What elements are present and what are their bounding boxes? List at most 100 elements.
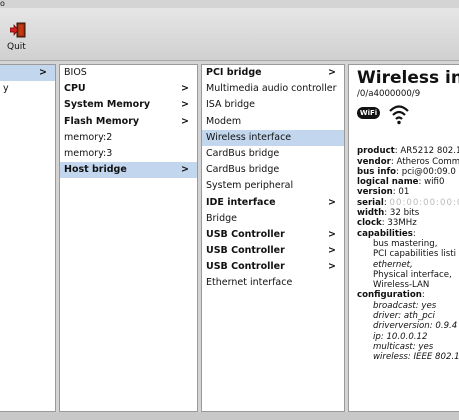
detail-field: width: 32 bits bbox=[357, 208, 420, 219]
detail-field: bus info: pci@00:09.0 bbox=[357, 166, 456, 177]
detail-field: serial: 00:00:00:00:00 bbox=[357, 198, 459, 208]
tree-item-label: Wireless interface bbox=[206, 131, 292, 143]
field-value: 33MHz bbox=[387, 218, 417, 229]
device-tree-column-1[interactable]: > y bbox=[0, 64, 56, 412]
field-key: version bbox=[357, 187, 393, 198]
configuration-item: wireless: IEEE 802.1 bbox=[373, 352, 459, 363]
detail-field: version: 01 bbox=[357, 187, 410, 198]
expand-arrow-icon: > bbox=[181, 99, 189, 111]
detail-field: product: AR5212 802.1 bbox=[357, 146, 459, 156]
field-key: product bbox=[357, 146, 395, 157]
expand-arrow-icon: > bbox=[181, 164, 189, 176]
window-title-fragment: o bbox=[0, 0, 5, 8]
expand-arrow-icon: > bbox=[39, 67, 47, 78]
tree-item[interactable]: Wireless interface bbox=[202, 129, 344, 146]
field-value: Atheros Comm bbox=[396, 156, 459, 167]
tree-item-label: USB Controller bbox=[206, 261, 285, 273]
tree-item[interactable]: Modem bbox=[202, 114, 344, 130]
tree-item[interactable]: Host bridge > bbox=[60, 162, 197, 179]
tree-item-label: Ethernet interface bbox=[206, 277, 293, 289]
tree-item-label: memory:3 bbox=[64, 147, 113, 159]
tree-item[interactable]: CardBus bridge bbox=[202, 162, 344, 178]
tree-item[interactable]: PCI bridge > bbox=[202, 65, 344, 81]
tree-item-label: CPU bbox=[64, 83, 86, 95]
tree-item-label: CardBus bridge bbox=[206, 164, 280, 176]
field-key: bus info bbox=[357, 166, 397, 177]
tree-item[interactable]: CPU > bbox=[60, 81, 197, 97]
tree-item[interactable]: USB Controller > bbox=[202, 243, 344, 259]
exit-icon bbox=[10, 22, 26, 38]
tree-item-label: System Memory bbox=[64, 99, 151, 111]
expand-arrow-icon: > bbox=[328, 67, 336, 78]
tree-item-label: CardBus bridge bbox=[206, 147, 280, 159]
tree-item[interactable]: USB Controller > bbox=[202, 227, 344, 243]
tree-item-label: System peripheral bbox=[206, 180, 294, 192]
detail-field: logical name: wifi0 bbox=[357, 177, 445, 188]
tree-item[interactable]: ISA bridge bbox=[202, 97, 344, 113]
configuration-item: ip: 10.0.0.12 bbox=[373, 331, 428, 342]
tree-item-label: PCI bridge bbox=[206, 67, 262, 78]
tree-item[interactable]: y bbox=[0, 81, 55, 97]
field-key: clock bbox=[357, 218, 382, 229]
toolbar: Quit bbox=[0, 8, 459, 61]
field-value: AR5212 802.1 bbox=[400, 146, 459, 157]
device-fields: product: AR5212 802.1 vendor: Atheros Com… bbox=[357, 146, 459, 228]
tree-item[interactable]: Ethernet interface bbox=[202, 275, 344, 291]
tree-item-label: y bbox=[3, 83, 9, 95]
tree-item[interactable]: Multimedia audio controller bbox=[202, 81, 344, 97]
tree-item[interactable]: System Memory > bbox=[60, 97, 197, 113]
tree-item[interactable]: BIOS bbox=[60, 65, 197, 81]
device-tree-column-2[interactable]: BIOS CPU > System Memory > Flash Memory > memor… bbox=[59, 64, 198, 412]
detail-field: vendor: Atheros Comm bbox=[357, 156, 459, 167]
configuration-item: broadcast: yes bbox=[373, 300, 437, 311]
capability-item: Wireless-LAN bbox=[373, 280, 430, 291]
tree-item-label: BIOS bbox=[64, 67, 87, 78]
tree-item[interactable]: memory:3 bbox=[60, 146, 197, 162]
wireless-signal-icon bbox=[389, 105, 409, 125]
quit-label: Quit bbox=[7, 42, 26, 52]
expand-arrow-icon: > bbox=[328, 196, 336, 208]
tree-item-label: Multimedia audio controller bbox=[206, 83, 337, 95]
field-key: logical name bbox=[357, 177, 419, 188]
tree-item-label: Bridge bbox=[206, 212, 237, 224]
capabilities-list: bus mastering, PCI capabilities listi ethe… bbox=[357, 239, 459, 290]
configuration-item: multicast: yes bbox=[373, 341, 434, 352]
tree-item-label: ISA bridge bbox=[206, 99, 256, 111]
tree-item[interactable]: memory:2 bbox=[60, 130, 197, 146]
tree-item-label: Modem bbox=[206, 115, 242, 127]
tree-item[interactable]: Bridge bbox=[202, 211, 344, 227]
tree-item-label: Host bridge bbox=[64, 164, 127, 176]
field-value: 01 bbox=[398, 187, 410, 198]
device-details-panel: Wireless inte /0/a4000000/9 WiFi product… bbox=[348, 64, 459, 412]
expand-arrow-icon: > bbox=[328, 261, 336, 273]
tree-item[interactable]: > bbox=[0, 65, 55, 82]
quit-button[interactable]: Quit bbox=[2, 22, 28, 56]
capability-item: Physical interface, bbox=[373, 269, 452, 280]
tree-item[interactable]: IDE interface > bbox=[202, 195, 344, 211]
device-title: Wireless inte bbox=[357, 68, 459, 88]
capability-item: bus mastering, bbox=[373, 238, 438, 249]
field-key: width bbox=[357, 208, 385, 219]
configuration-item: driver: ath_pci bbox=[373, 311, 435, 322]
expand-arrow-icon: > bbox=[328, 228, 336, 240]
device-tree-column-3[interactable]: PCI bridge > Multimedia audio controller IS… bbox=[201, 64, 345, 412]
expand-arrow-icon: > bbox=[181, 83, 189, 95]
device-path: /0/a4000000/9 bbox=[357, 89, 421, 99]
field-key: serial bbox=[357, 197, 384, 208]
tree-item[interactable]: System peripheral bbox=[202, 178, 344, 194]
tree-item[interactable]: USB Controller > bbox=[202, 259, 344, 275]
tree-item-label: USB Controller bbox=[206, 228, 285, 240]
field-key: vendor bbox=[357, 156, 391, 167]
tree-item-label: USB Controller bbox=[206, 245, 285, 257]
tree-item-label: IDE interface bbox=[206, 196, 276, 208]
tree-item[interactable]: CardBus bridge bbox=[202, 146, 344, 162]
capabilities-heading: capabilities: bbox=[357, 228, 416, 239]
expand-arrow-icon: > bbox=[181, 115, 189, 127]
configuration-item: driverversion: 0.9.4 bbox=[373, 321, 458, 332]
wifi-badge-icon: WiFi bbox=[357, 107, 380, 120]
capability-item: PCI capabilities listi bbox=[373, 249, 457, 260]
detail-field: clock: 33MHz bbox=[357, 218, 417, 229]
tree-item[interactable]: Flash Memory > bbox=[60, 114, 197, 130]
field-value: pci@00:09.0 bbox=[401, 166, 456, 177]
tree-item-label: Flash Memory bbox=[64, 115, 140, 127]
